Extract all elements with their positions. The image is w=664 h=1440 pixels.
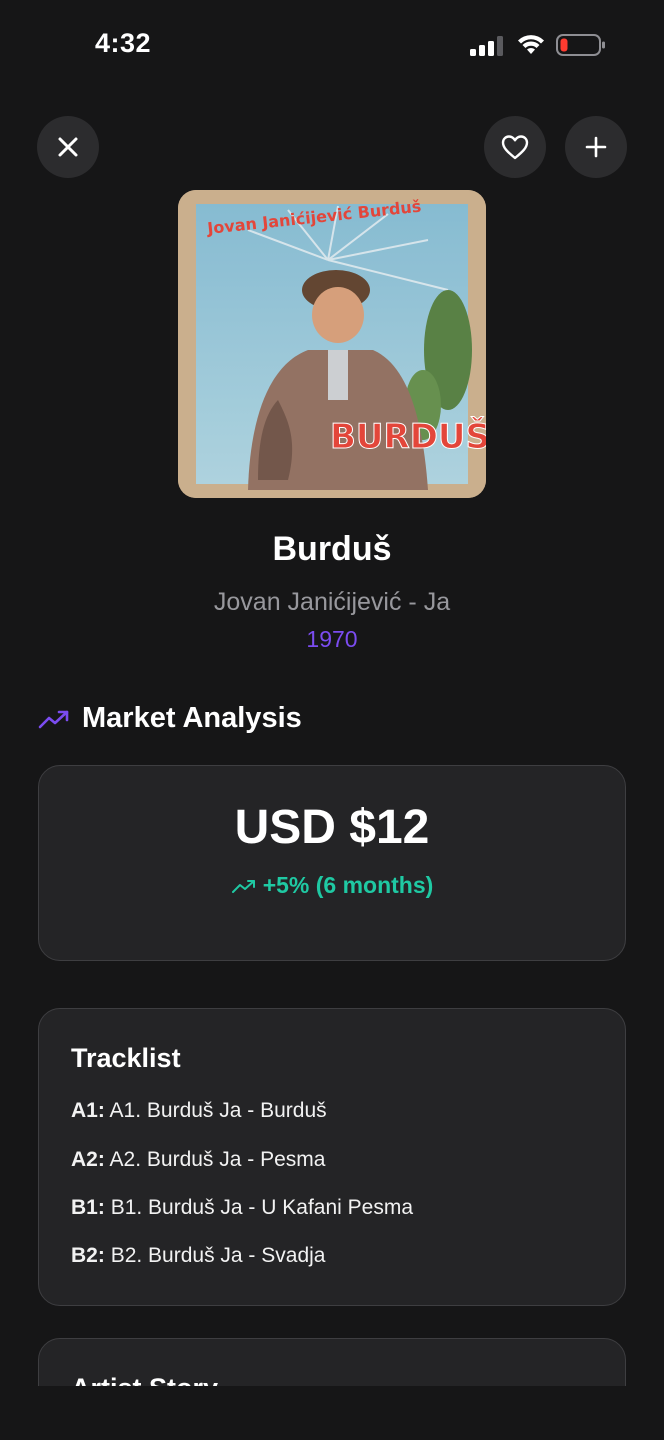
add-to-collection-button[interactable] xyxy=(565,116,627,178)
track-name: B1. Burduš Ja - U Kafani Pesma xyxy=(110,1196,413,1219)
track-item: A1: A1. Burduš Ja - Burduš xyxy=(71,1099,327,1123)
battery-low-icon xyxy=(556,34,605,56)
album-year: 1970 xyxy=(306,626,358,652)
status-bar: 4:32 xyxy=(0,0,664,90)
trending-up-icon xyxy=(231,879,255,893)
track-item: A2: A2. Burduš Ja - Pesma xyxy=(71,1148,325,1172)
tracklist-title: Tracklist xyxy=(71,1043,181,1073)
trending-up-icon xyxy=(38,710,69,728)
album-cover-image: Jovan Janićijević Burduš BURDUŠ xyxy=(178,190,486,498)
status-time: 4:32 xyxy=(95,28,152,58)
market-price: USD $12 xyxy=(234,801,430,854)
price-change-text: +5% (6 months) xyxy=(262,872,434,898)
track-item: B1: B1. Burduš Ja - U Kafani Pesma xyxy=(71,1196,413,1220)
track-position: A2: xyxy=(71,1148,105,1171)
market-analysis-title: Market Analysis xyxy=(82,702,302,734)
price-card: USD $12 +5% (6 months) xyxy=(38,765,626,961)
album-artist: Jovan Janićijević - Ja xyxy=(213,588,451,616)
bottom-bar-background xyxy=(0,1386,664,1440)
cellular-signal-icon xyxy=(470,36,503,56)
price-change: +5% (6 months) xyxy=(39,872,625,899)
album-cover: Jovan Janićijević Burduš BURDUŠ xyxy=(178,190,486,498)
favorite-button[interactable] xyxy=(484,116,546,178)
track-name: A2. Burduš Ja - Pesma xyxy=(109,1148,326,1171)
close-button[interactable] xyxy=(37,116,99,178)
track-name: A1. Burduš Ja - Burduš xyxy=(109,1099,327,1122)
album-title: Burduš xyxy=(272,530,392,568)
heart-icon xyxy=(501,135,529,160)
track-name: B2. Burduš Ja - Svadja xyxy=(110,1244,326,1267)
close-icon xyxy=(58,137,78,157)
tracklist-card: Tracklist A1: A1. Burduš Ja - Burduš A2:… xyxy=(38,1008,626,1306)
wifi-icon xyxy=(518,35,544,54)
market-analysis-header: Market Analysis xyxy=(38,702,302,735)
plus-icon xyxy=(585,136,607,158)
track-position: A1: xyxy=(71,1099,105,1122)
track-item: B2: B2. Burduš Ja - Svadja xyxy=(71,1244,325,1268)
track-position: B2: xyxy=(71,1244,105,1267)
track-position: B1: xyxy=(71,1196,105,1219)
